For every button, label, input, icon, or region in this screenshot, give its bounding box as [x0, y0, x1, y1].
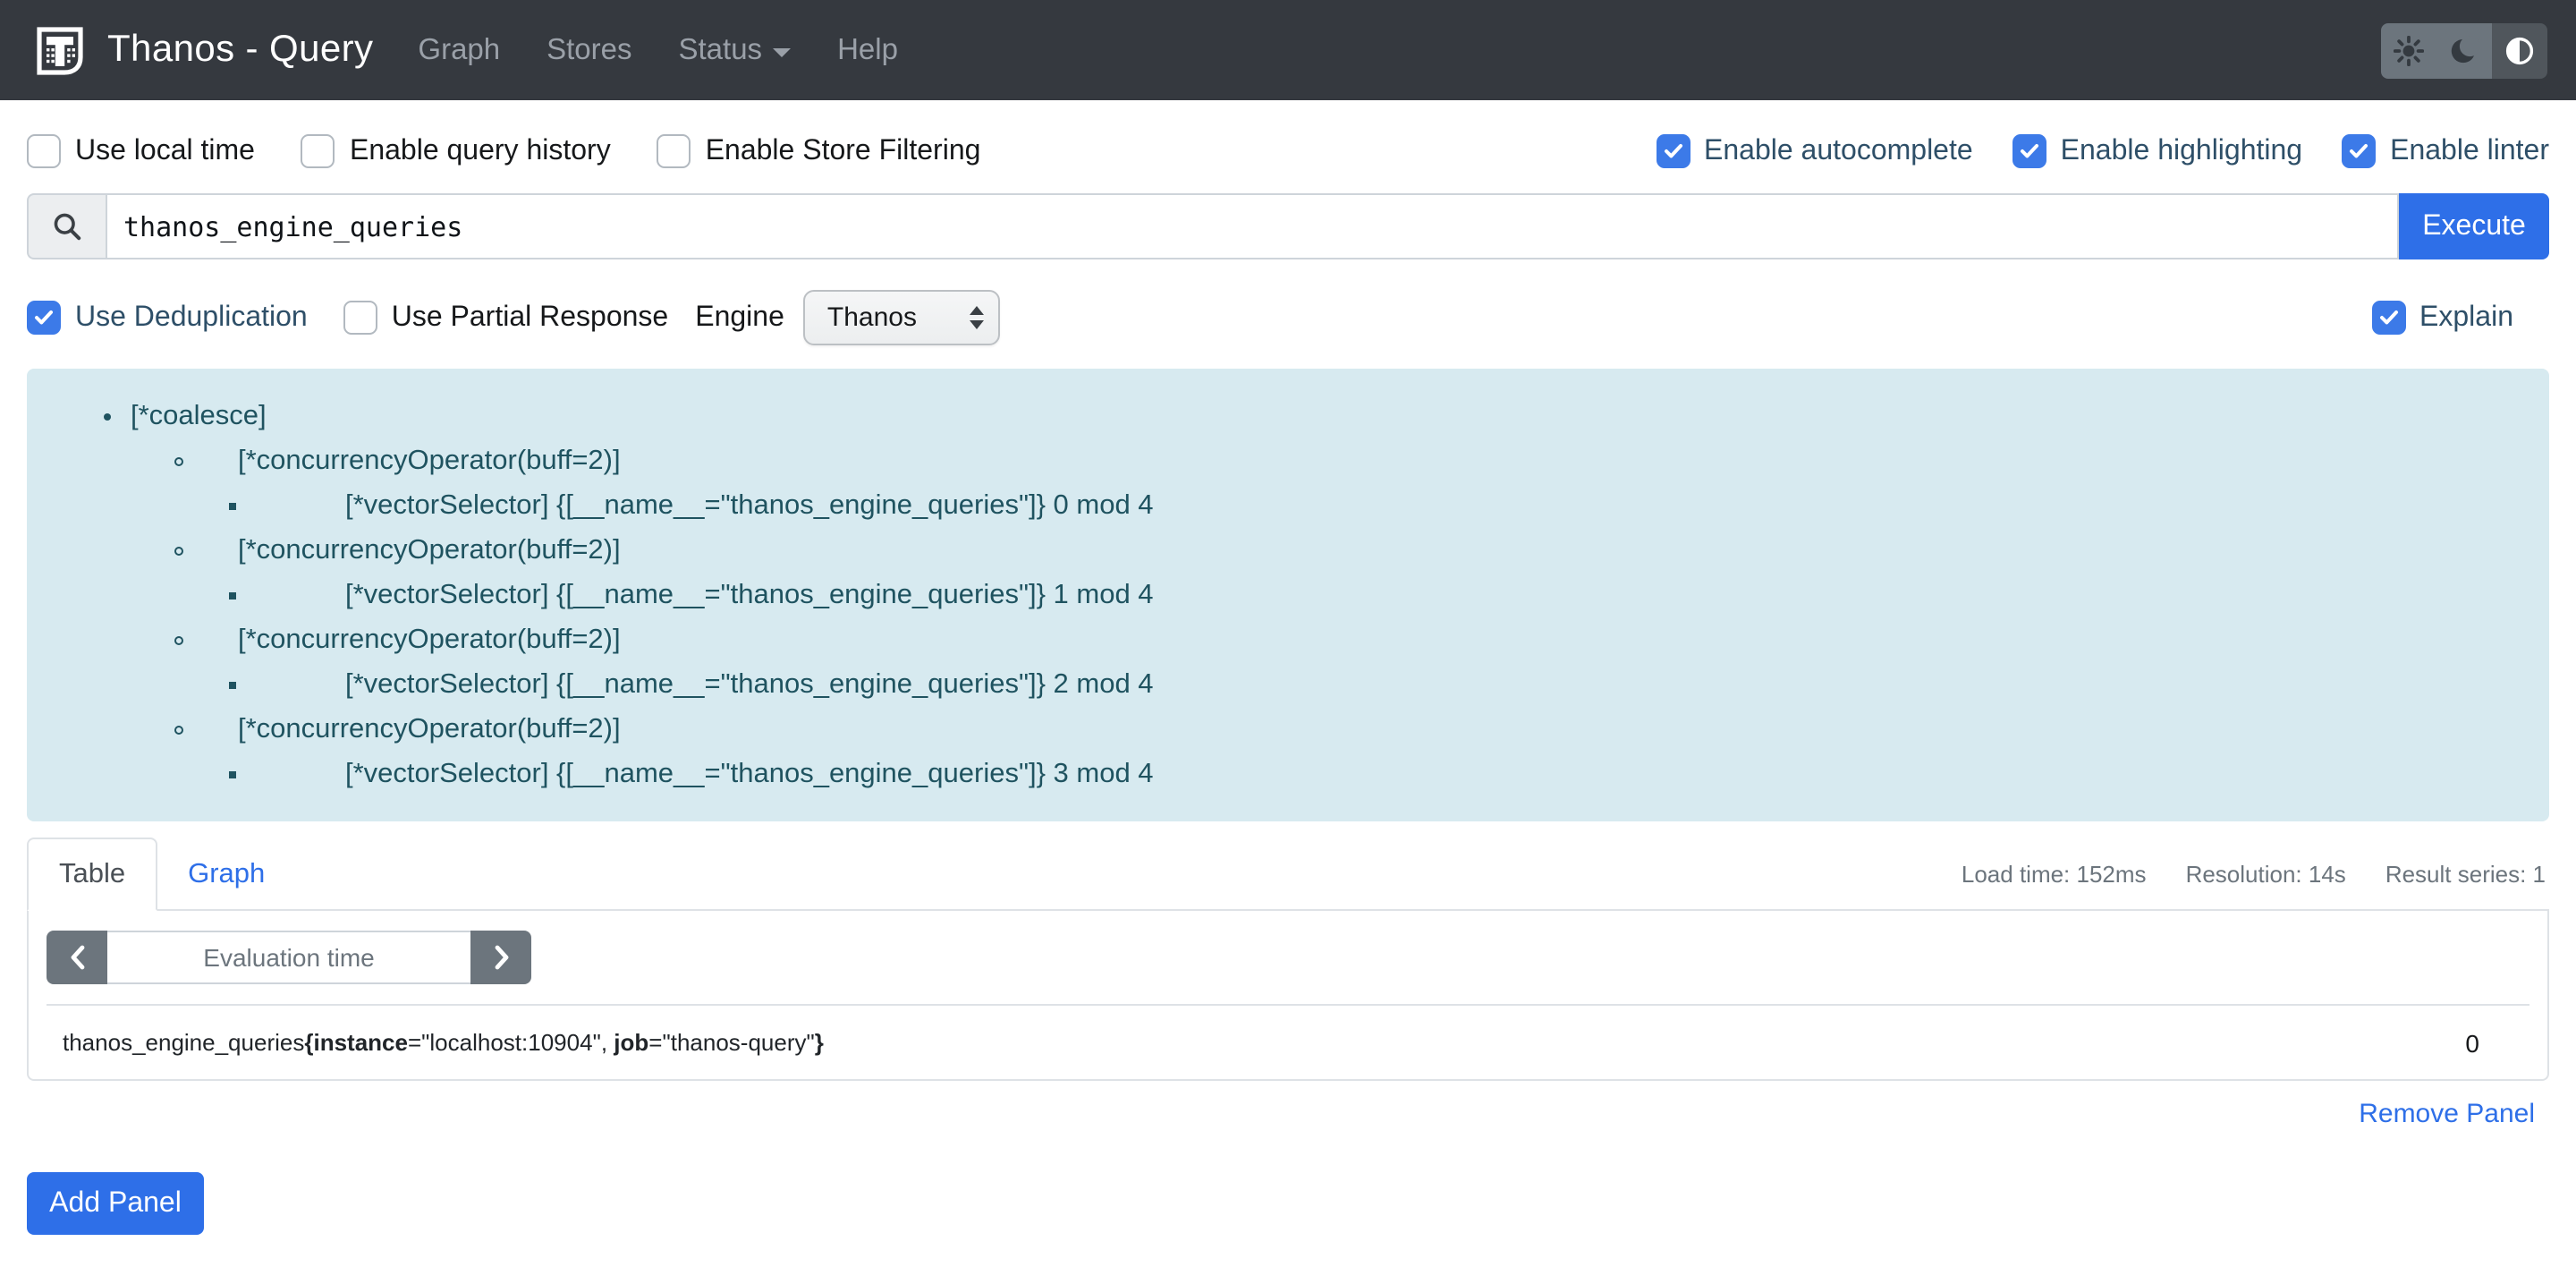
engine-select[interactable]: Thanos [804, 290, 1001, 345]
options-bar: Use local time Enable query history Enab… [27, 134, 2549, 168]
explain-node-root: [*coalesce] [*concurrencyOperator(buff=2… [131, 394, 2521, 796]
checkmark-icon [2020, 143, 2039, 159]
explain-node-leaf: [*vectorSelector] {[__name__="thanos_eng… [256, 483, 2521, 528]
query-options-row: Use Deduplication Use Partial Response E… [27, 290, 2549, 345]
tabs-row: Table Graph Load time: 152ms Resolution:… [27, 838, 2549, 911]
chevron-right-icon [493, 945, 509, 970]
nav-links: Graph Stores Status Help [418, 33, 945, 67]
explain-checkbox[interactable]: Explain [2371, 301, 2513, 335]
add-panel-button[interactable]: Add Panel [27, 1172, 204, 1235]
checkbox-box[interactable] [27, 134, 61, 168]
enable-autocomplete-checkbox[interactable]: Enable autocomplete [1656, 134, 1973, 168]
tab-graph[interactable]: Graph [157, 838, 295, 911]
checkbox-box[interactable] [2342, 134, 2376, 168]
enable-query-history-checkbox[interactable]: Enable query history [301, 134, 611, 168]
query-bar: Execute [27, 193, 2549, 259]
contrast-icon [2504, 35, 2535, 65]
engine-label: Engine [695, 302, 784, 334]
query-expression-input[interactable] [106, 193, 2399, 259]
series-value: 0 [2465, 1028, 2529, 1057]
checkmark-icon [34, 310, 54, 326]
checkbox-box[interactable] [27, 301, 61, 335]
evaluation-time-control [47, 931, 531, 984]
eval-time-next-button[interactable] [470, 931, 531, 984]
tab-table[interactable]: Table [27, 838, 157, 911]
metric-series: thanos_engine_queriesinstancelocalhost:1… [47, 1029, 824, 1056]
checkbox-box[interactable] [2371, 301, 2405, 335]
explain-node-leaf: [*vectorSelector] {[__name__="thanos_eng… [256, 573, 2521, 617]
thanos-query-page: Thanos - Query Graph Stores Status Help [0, 0, 2576, 1267]
table-tab-content: thanos_engine_queriesinstancelocalhost:1… [27, 911, 2549, 1081]
nav-link-status-dropdown[interactable]: Status [679, 33, 792, 67]
eval-time-prev-button[interactable] [47, 931, 107, 984]
checkmark-icon [2349, 143, 2368, 159]
explain-node-leaf: [*vectorSelector] {[__name__="thanos_eng… [256, 662, 2521, 707]
moon-icon [2449, 35, 2479, 65]
nav-link-graph[interactable]: Graph [418, 33, 500, 67]
remove-panel-link[interactable]: Remove Panel [2359, 1099, 2535, 1129]
dark-theme-button[interactable] [2436, 22, 2492, 78]
result-table: thanos_engine_queriesinstancelocalhost:1… [47, 1004, 2529, 1079]
use-deduplication-checkbox[interactable]: Use Deduplication [27, 301, 308, 335]
enable-linter-checkbox[interactable]: Enable linter [2342, 134, 2549, 168]
magnifier-icon [52, 211, 82, 242]
checkbox-box[interactable] [301, 134, 335, 168]
navbar: Thanos - Query Graph Stores Status Help [0, 0, 2576, 100]
auto-theme-button[interactable] [2492, 22, 2547, 78]
explain-tree-panel: [*coalesce] [*concurrencyOperator(buff=2… [27, 369, 2549, 821]
resolution: Resolution: 14s [2186, 860, 2346, 887]
brand-link[interactable]: Thanos - Query [32, 22, 373, 78]
explain-node-operator: [*concurrencyOperator(buff=2)] [*vectorS… [202, 707, 2521, 796]
evaluation-time-input[interactable] [107, 931, 470, 984]
brand-title: Thanos - Query [107, 29, 373, 72]
nav-link-help[interactable]: Help [837, 33, 898, 67]
checkbox-box[interactable] [1656, 134, 1690, 168]
explain-node-leaf: [*vectorSelector] {[__name__="thanos_eng… [256, 752, 2521, 796]
caret-down-icon [773, 47, 791, 56]
checkbox-box[interactable] [657, 134, 691, 168]
use-partial-response-checkbox[interactable]: Use Partial Response [343, 301, 669, 335]
result-series: Result series: 1 [2385, 860, 2546, 887]
query-stats: Load time: 152ms Resolution: 14s Result … [1962, 860, 2549, 887]
table-row: thanos_engine_queriesinstancelocalhost:1… [47, 1006, 2529, 1079]
checkbox-box[interactable] [2012, 134, 2046, 168]
select-arrows-icon [970, 306, 985, 329]
load-time: Load time: 152ms [1962, 860, 2147, 887]
thanos-logo-icon [32, 22, 88, 78]
explain-node-operator: [*concurrencyOperator(buff=2)] [*vectorS… [202, 528, 2521, 617]
nav-link-stores[interactable]: Stores [547, 33, 631, 67]
chevron-left-icon [69, 945, 85, 970]
results-panel: Table Graph Load time: 152ms Resolution:… [27, 838, 2549, 1081]
checkbox-box[interactable] [343, 301, 377, 335]
theme-toggle-group [2381, 22, 2547, 78]
enable-store-filtering-checkbox[interactable]: Enable Store Filtering [657, 134, 981, 168]
sun-icon [2394, 35, 2424, 65]
explain-node-operator: [*concurrencyOperator(buff=2)] [*vectorS… [202, 617, 2521, 707]
explain-node-operator: [*concurrencyOperator(buff=2)] [*vectorS… [202, 438, 2521, 528]
checkmark-icon [2378, 310, 2398, 326]
checkmark-icon [1663, 143, 1682, 159]
search-addon [27, 193, 106, 259]
light-theme-button[interactable] [2381, 22, 2436, 78]
use-local-time-checkbox[interactable]: Use local time [27, 134, 255, 168]
execute-button[interactable]: Execute [2399, 193, 2549, 259]
enable-highlighting-checkbox[interactable]: Enable highlighting [2012, 134, 2302, 168]
